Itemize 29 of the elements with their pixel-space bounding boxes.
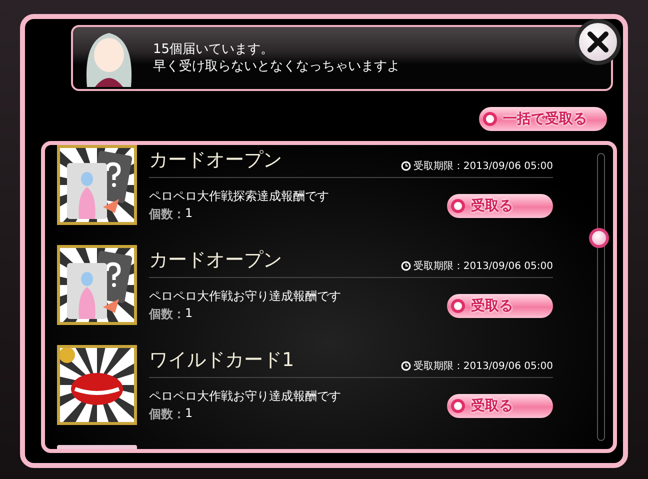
clock-icon <box>401 161 412 171</box>
deadline-text: 受取期限：2013/09/06 05:00 <box>413 160 553 173</box>
bulk-receive-button[interactable]: 一括で受取る <box>479 107 607 131</box>
count-value: 1 <box>185 306 193 322</box>
item-description: ペロペロ大作戦探索達成報酬です <box>149 188 329 205</box>
item-description: ペロペロ大作戦お守り達成報酬です <box>149 388 341 405</box>
card-icon <box>57 145 137 225</box>
deadline-text: 受取期限：2013/09/06 05:00 <box>413 360 553 373</box>
scrollbar-thumb[interactable] <box>589 228 609 248</box>
clock-icon <box>401 361 412 371</box>
count-label: 個数： <box>149 306 185 323</box>
count-value: 1 <box>185 206 193 222</box>
close-icon <box>587 31 609 53</box>
count-value: 1 <box>185 406 193 422</box>
clock-icon <box>401 261 412 271</box>
deadline-text: 受取期限：2013/09/06 05:00 <box>413 260 553 273</box>
item-description: ペロペロ大作戦お守り達成報酬です <box>149 288 341 305</box>
item-title: カードオープン <box>149 148 282 173</box>
receive-button[interactable]: 受取る <box>447 194 553 218</box>
receive-button[interactable]: 受取る <box>447 294 553 318</box>
count-label: 個数： <box>149 206 185 223</box>
lips-icon <box>57 345 137 425</box>
message-text: 15個届いています。 早く受け取らないとなくなっちゃいますよ <box>153 41 400 75</box>
item-title: カードオープン <box>149 248 282 273</box>
card-icon <box>57 245 137 325</box>
receive-button[interactable]: 受取る <box>447 394 553 418</box>
item-title: ワイルドカード1 <box>149 348 294 373</box>
close-button[interactable] <box>575 19 621 65</box>
count-label: 個数： <box>149 406 185 423</box>
